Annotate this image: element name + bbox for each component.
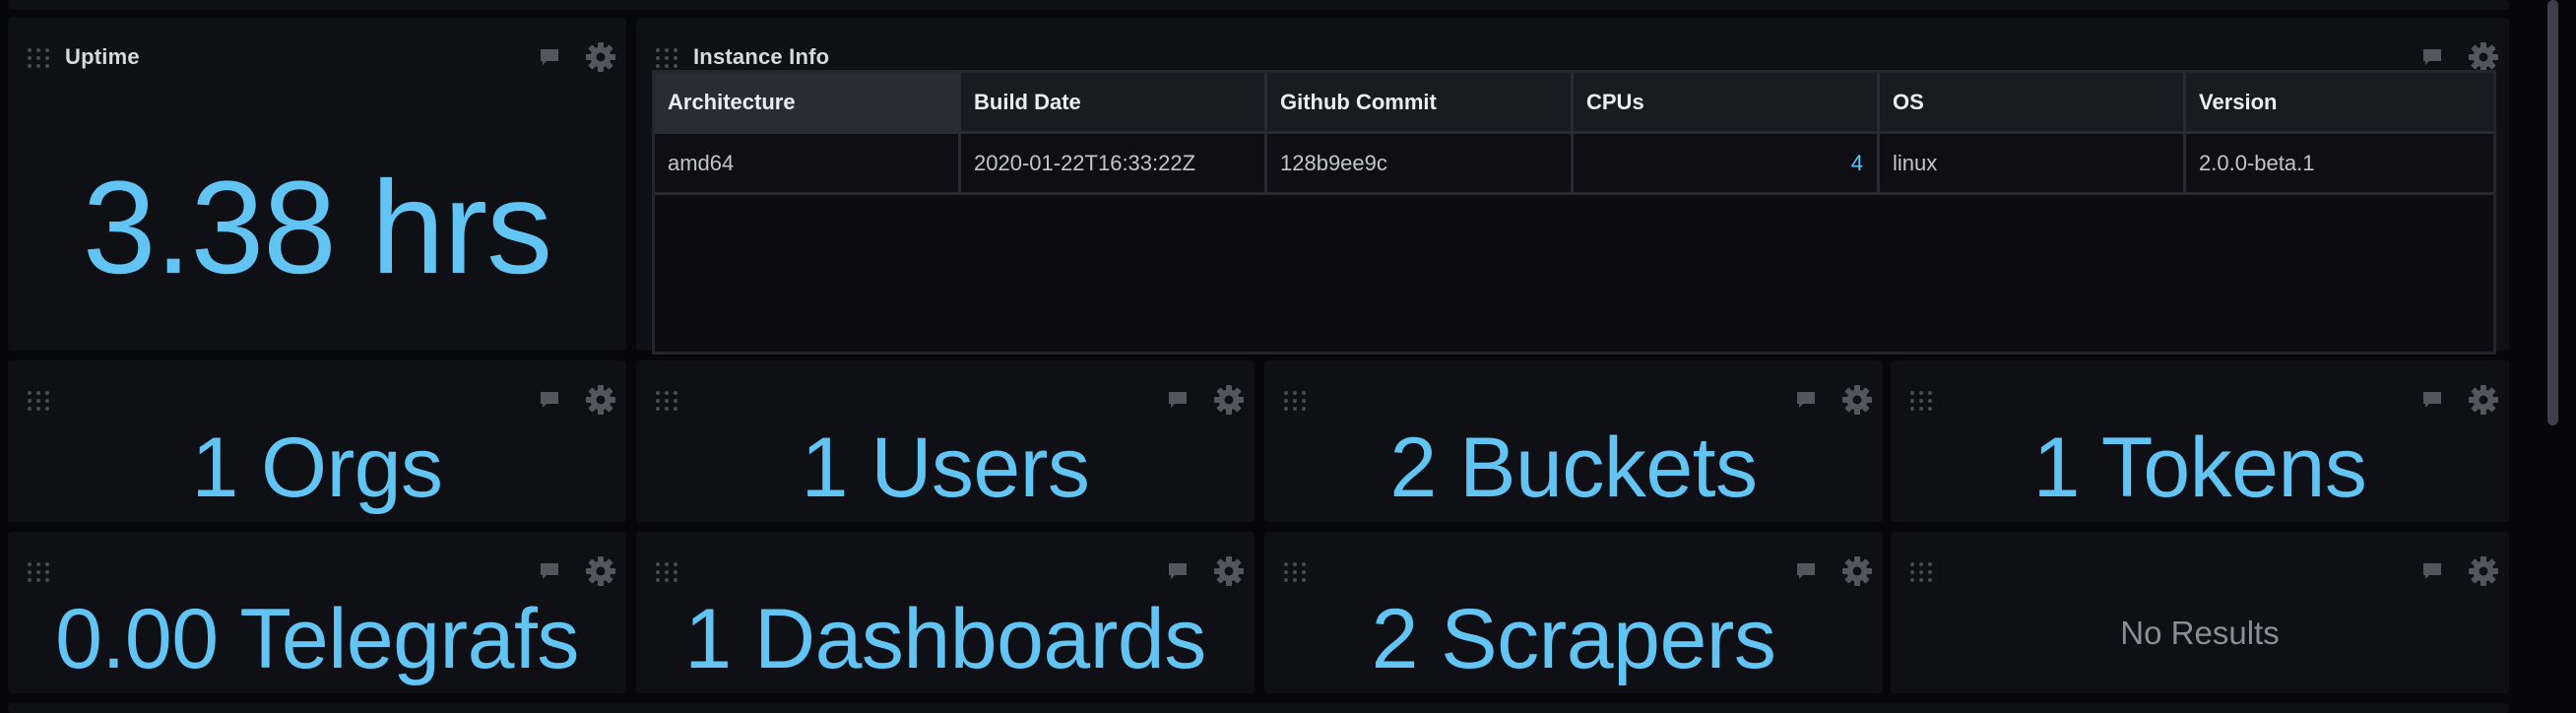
table-cell-version: 2.0.0-beta.1 [2199,150,2315,175]
gear-icon[interactable] [1213,555,1245,587]
note-icon[interactable] [1167,560,1189,582]
cell-title: Instance Info [693,44,830,69]
note-icon[interactable] [2421,389,2443,411]
note-icon[interactable] [2421,46,2443,68]
table-cell-build-date: 2020-01-22T16:33:22Z [961,134,1267,192]
cell-bottom-edge [8,703,2509,713]
gear-icon[interactable] [1841,555,1873,587]
drag-handle-icon[interactable] [656,562,677,582]
gear-icon[interactable] [2468,555,2499,587]
instance-info-table: Architecture Build Date Github Commit CP… [652,70,2496,355]
buckets-count: 2 Buckets [1389,421,1758,515]
scrapers-count: 2 Scrapers [1371,592,1776,686]
cell-orgs: 1 Orgs [8,360,626,522]
note-icon[interactable] [539,389,560,411]
table-cell-os: linux [1880,134,2186,192]
note-icon[interactable] [539,46,560,68]
cell-uptime: Uptime 3.38 hrs [8,18,626,351]
drag-handle-icon[interactable] [1910,391,1932,411]
gear-icon[interactable] [1841,384,1873,416]
drag-handle-icon[interactable] [1910,562,1932,582]
column-header-cpus[interactable]: CPUs [1574,73,1880,131]
cell-instance-info: Instance Info Architecture Build Date Gi… [636,18,2509,355]
tokens-count: 1 Tokens [2032,421,2367,515]
note-icon[interactable] [1795,389,1817,411]
uptime-value: 3.38 hrs [82,155,552,301]
gear-icon[interactable] [585,555,616,587]
cell-telegrafs: 0.00 Telegrafs [8,532,626,693]
drag-handle-icon[interactable] [28,562,49,582]
cell-dashboards: 1 Dashboards [636,532,1255,693]
column-header-os[interactable]: OS [1880,73,2186,131]
drag-handle-icon[interactable] [1284,391,1306,411]
drag-handle-icon[interactable] [656,48,677,68]
users-count: 1 Users [801,421,1090,515]
no-results-message: No Results [2120,615,2280,651]
note-icon[interactable] [539,560,560,582]
scrollbar-thumb[interactable] [2547,0,2558,425]
table-row: amd64 2020-01-22T16:33:22Z 128b9ee9c 4 l… [655,134,2493,195]
column-header-architecture[interactable]: Architecture [655,73,961,131]
gear-icon[interactable] [585,41,616,73]
table-cell-github-commit: 128b9ee9c [1267,134,1574,192]
column-header-build-date[interactable]: Build Date [961,73,1267,131]
drag-handle-icon[interactable] [656,391,677,411]
table-header-row: Architecture Build Date Github Commit CP… [655,73,2493,134]
gear-icon[interactable] [2468,384,2499,416]
cell-top-edge [8,0,2509,10]
gear-icon[interactable] [2468,41,2499,73]
cell-buckets: 2 Buckets [1264,360,1883,522]
dashboards-count: 1 Dashboards [684,592,1206,686]
column-header-version[interactable]: Version [2186,73,2492,131]
cell-title: Uptime [65,44,140,69]
table-cell-cpus: 4 [1574,134,1880,192]
gear-icon[interactable] [585,384,616,416]
cell-empty: No Results [1891,532,2509,693]
drag-handle-icon[interactable] [1284,562,1306,582]
cell-scrapers: 2 Scrapers [1264,532,1883,693]
drag-handle-icon[interactable] [28,391,49,411]
note-icon[interactable] [2421,560,2443,582]
table-cell-architecture: amd64 [655,134,961,192]
cell-users: 1 Users [636,360,1255,522]
dashboard-page: Uptime 3.38 hrs Instance Info Architectu… [0,0,2576,713]
orgs-count: 1 Orgs [191,421,443,515]
telegrafs-count: 0.00 Telegrafs [55,592,579,686]
cell-tokens: 1 Tokens [1891,360,2509,522]
note-icon[interactable] [1795,560,1817,582]
gear-icon[interactable] [1213,384,1245,416]
drag-handle-icon[interactable] [28,48,49,68]
column-header-github-commit[interactable]: Github Commit [1267,73,1574,131]
note-icon[interactable] [1167,389,1189,411]
